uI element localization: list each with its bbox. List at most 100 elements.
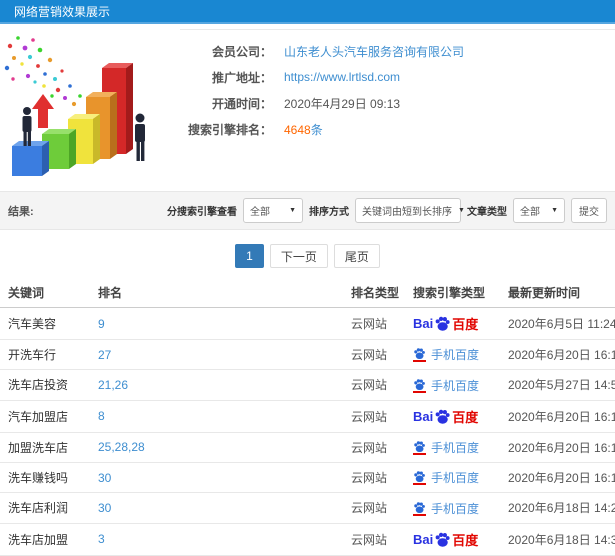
update-time: 2020年6月18日 14:30 [500,523,615,556]
update-time: 2020年6月20日 16:12 [500,462,615,494]
baidu-paw-icon [434,531,451,548]
baidu-paw-icon [434,315,451,332]
article-type-value: 全部 [520,207,540,218]
rank-link[interactable]: 8 [90,400,343,433]
keyword: 洗车赚钱吗 [0,462,90,494]
keyword: 加盟洗车店 [0,432,90,463]
info-row-url: 推广地址： https://www.lrtlsd.com [180,64,615,90]
update-time: 2020年5月27日 14:58 [500,369,615,401]
update-time: 2020年6月20日 16:12 [500,400,615,433]
sort-select[interactable]: 关键词由短到长排序 ▼ [355,198,465,223]
update-time: 2020年6月20日 16:16 [500,339,615,371]
info-row-company: 会员公司： 山东老人头汽车服务咨询有限公司 [180,38,615,64]
open-time-label: 开通时间： [211,96,272,111]
mobile-baidu-logo: 手机百度 [413,469,479,486]
sort-value: 关键词由短到长排序 [362,207,452,218]
rank-type: 云网站 [343,369,405,401]
engine-type: Bai百度 手机百度 [405,432,500,463]
page-title: 网络营销效果展示 [14,4,111,19]
baidu-paw-icon [413,470,426,483]
company-link[interactable]: 山东老人头汽车服务咨询有限公司 [284,43,464,60]
baidu-paw-icon [413,501,426,514]
bar-chart-graphic [4,36,145,176]
rank-link[interactable]: 25,28,28 [90,432,343,463]
update-time: 2020年6月18日 14:27 [500,492,615,524]
rank-type: 云网站 [343,307,405,340]
keyword: 汽车美容 [0,307,90,340]
promotion-url-label: 推广地址： [211,70,272,85]
result-label: 结果: [8,205,34,218]
rank-link[interactable]: 30 [90,492,343,524]
baidu-paw-icon [434,408,451,425]
engine-filter-value: 全部 [250,207,270,218]
engine-type: Bai百度 手机百度 [405,369,500,401]
table-row: 洗车店利润 30 云网站 Bai百度 手机百度 2020年6月18日 14:27 [0,492,615,524]
header-keyword: 关键词 [0,278,90,308]
mobile-baidu-logo: 手机百度 [413,346,479,363]
rank-link[interactable]: 9 [90,307,343,340]
table-row: 加盟洗车店 25,28,28 云网站 Bai百度 手机百度 2020年6月20日… [0,432,615,463]
promotion-url-link[interactable]: https://www.lrtlsd.com [284,70,400,84]
results-table: 关键词 排名 排名类型 搜索引擎类型 最新更新时间 汽车美容 9 云网站 Bai… [0,278,615,556]
info-row-open-time: 开通时间： 2020年4月29日 09:13 [180,90,615,116]
filter-bar: 结果: 分搜索引擎查看 全部 ▼ 排序方式 关键词由短到长排序 ▼ 文章类型 全… [0,191,615,230]
baidu-paw-icon [413,347,426,360]
rank-type: 云网站 [343,523,405,556]
engine-type: Bai百度 手机百度 [405,462,500,494]
header-engine-type: 搜索引擎类型 [405,278,500,308]
table-header-row: 关键词 排名 排名类型 搜索引擎类型 最新更新时间 [0,278,615,308]
chevron-down-icon: ▼ [458,207,465,214]
rank-link[interactable]: 3 [90,523,343,556]
mobile-baidu-logo: 手机百度 [413,439,479,456]
last-page-button[interactable]: 尾页 [333,244,380,268]
table-row: 洗车赚钱吗 30 云网站 Bai百度 手机百度 2020年6月20日 16:12 [0,462,615,494]
mobile-baidu-logo: 手机百度 [413,377,479,394]
chevron-down-icon: ▼ [289,207,296,214]
baidu-paw-icon [413,440,426,453]
pagination: 1 下一页 尾页 [0,244,615,268]
company-label: 会员公司： [211,44,272,59]
baidu-paw-icon [413,378,426,391]
marketing-chart-illustration [0,24,180,191]
rank-type: 云网站 [343,432,405,463]
engine-rank-value[interactable]: 4648条 [284,121,323,138]
keyword: 洗车店利润 [0,492,90,524]
engine-type: Bai百度 手机百度 [405,400,500,433]
keyword: 汽车加盟店 [0,400,90,433]
article-type-select[interactable]: 全部 ▼ [513,198,565,223]
update-time: 2020年6月5日 11:24 [500,307,615,340]
header-rank-type: 排名类型 [343,278,405,308]
header-update-time: 最新更新时间 [500,278,615,308]
table-row: 汽车加盟店 8 云网站 Bai百度 手机百度 2020年6月20日 16:12 [0,400,615,433]
article-type-label: 文章类型 [467,207,507,218]
engine-type: Bai百度 手机百度 [405,523,500,556]
engine-type: Bai百度 手机百度 [405,339,500,371]
keyword: 开洗车行 [0,339,90,371]
rank-unit: 条 [310,122,323,137]
filter-controls: 分搜索引擎查看 全部 ▼ 排序方式 关键词由短到长排序 ▼ 文章类型 全部 ▼ … [167,198,607,223]
rank-link[interactable]: 27 [90,339,343,371]
table-row: 洗车店投资 21,26 云网站 Bai百度 手机百度 2020年5月27日 14… [0,369,615,401]
rank-link[interactable]: 21,26 [90,369,343,401]
chevron-down-icon: ▼ [551,207,558,214]
engine-filter-label: 分搜索引擎查看 [167,207,237,218]
info-row-rank: 搜索引擎排名： 4648条 [180,116,615,142]
submit-button[interactable]: 提交 [571,198,607,223]
businessman-left [22,107,32,146]
table-row: 开洗车行 27 云网站 Bai百度 手机百度 2020年6月20日 16:16 [0,339,615,371]
growth-arrow-icon [32,94,54,128]
keyword: 洗车店投资 [0,369,90,401]
engine-filter-select[interactable]: 全部 ▼ [243,198,303,223]
app-header: 网络营销效果展示 [0,0,615,24]
rank-type: 云网站 [343,339,405,371]
page-button-current[interactable]: 1 [235,244,264,268]
baidu-logo: Bai 百度 [413,315,479,332]
rank-type: 云网站 [343,400,405,433]
mobile-baidu-logo: 手机百度 [413,500,479,517]
top-section: 会员公司： 山东老人头汽车服务咨询有限公司 推广地址： https://www.… [0,24,615,191]
sort-label: 排序方式 [309,207,349,218]
keyword: 洗车店加盟 [0,523,90,556]
next-page-button[interactable]: 下一页 [269,244,328,268]
rank-link[interactable]: 30 [90,462,343,494]
baidu-logo: Bai 百度 [413,531,479,548]
